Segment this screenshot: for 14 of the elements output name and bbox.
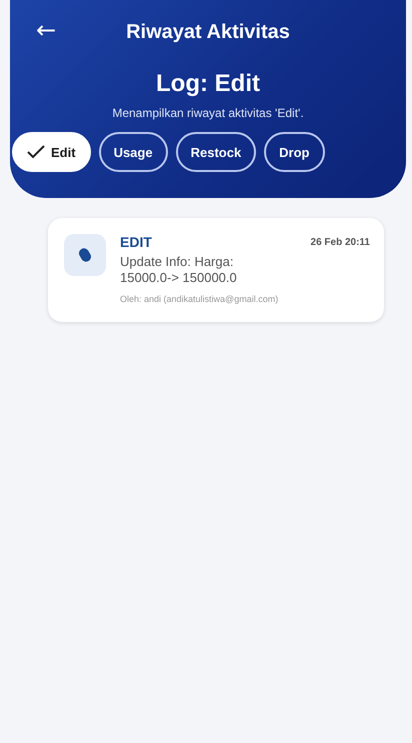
check-icon: [27, 145, 45, 159]
page-title: Riwayat Aktivitas: [126, 20, 290, 44]
log-time: 26 Feb 20:11: [310, 236, 370, 248]
filter-chip[interactable]: Restock: [176, 132, 256, 172]
log-subtitle: Menampilkan riwayat aktivitas 'Edit'.: [112, 106, 304, 120]
log-type: EDIT: [120, 234, 152, 250]
log-author: Oleh: andi (andikatulistiwa@gmail.com): [120, 294, 280, 304]
back-button[interactable]: ←: [32, 16, 60, 44]
log-heading: Log: Edit: [156, 70, 260, 98]
filter-chip[interactable]: Edit: [12, 132, 91, 172]
log-icon: [64, 234, 106, 276]
filter-chip[interactable]: Usage: [98, 132, 168, 172]
filter-chip[interactable]: Drop: [264, 132, 325, 172]
log-description: Update Info: Harga: 15000.0-> 150000.0: [120, 254, 238, 286]
